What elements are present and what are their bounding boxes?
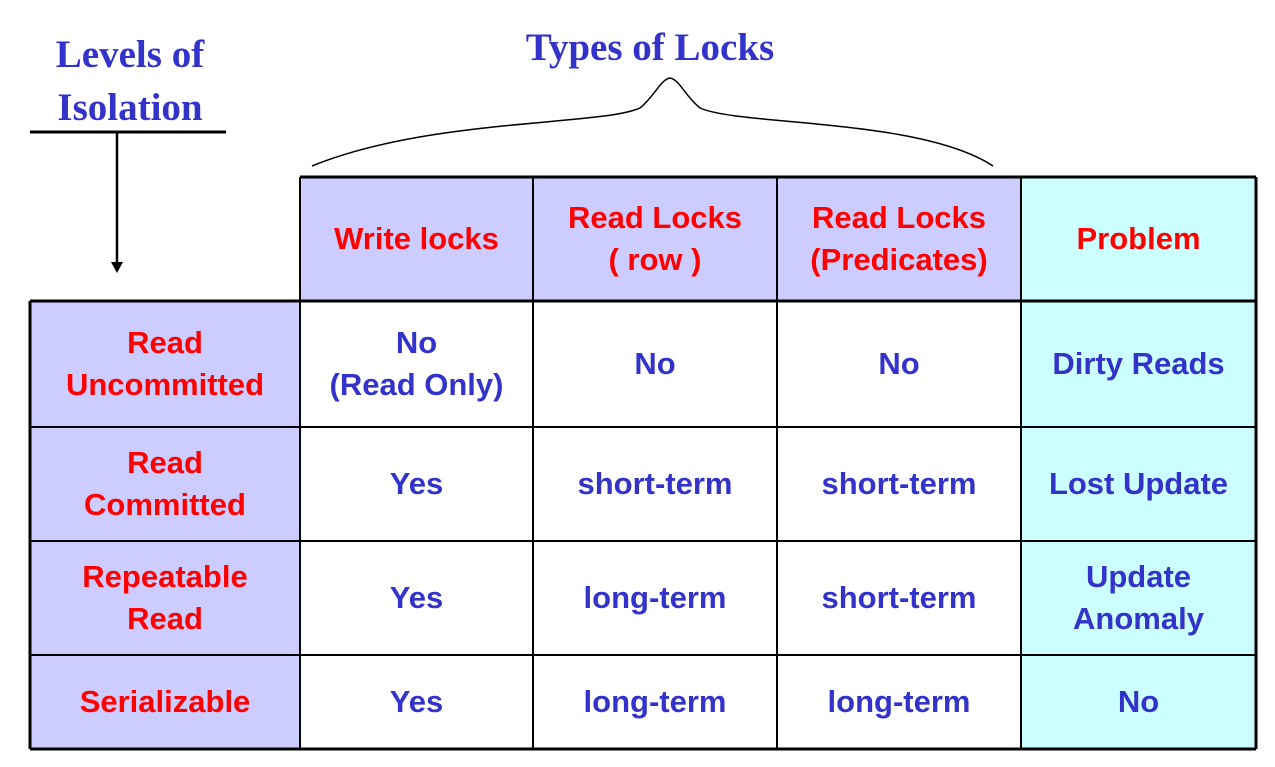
column-header-write-locks: Write locks [300,177,533,301]
levels-arrow-head [111,262,123,273]
cell-write-locks: Yes [300,427,533,541]
cell-read-locks-row: short-term [533,427,777,541]
cell-read-locks-row: No [533,301,777,427]
cell-problem: Update Anomaly [1021,541,1256,655]
cell-write-locks: Yes [300,655,533,749]
cell-problem: Dirty Reads [1021,301,1256,427]
cell-write-locks: Yes [300,541,533,655]
column-header-read-locks-predicates: Read Locks (Predicates) [777,177,1021,301]
row-header-read-uncommitted: Read Uncommitted [30,301,300,427]
types-curly-brace [311,77,994,167]
cell-read-locks-row: long-term [533,655,777,749]
cell-read-locks-predicates: No [777,301,1021,427]
cell-read-locks-predicates: long-term [777,655,1021,749]
cell-read-locks-row: long-term [533,541,777,655]
row-header-read-committed: Read Committed [30,427,300,541]
cell-problem: No [1021,655,1256,749]
column-header-read-locks-row: Read Locks ( row ) [533,177,777,301]
row-header-repeatable-read: Repeatable Read [30,541,300,655]
cell-read-locks-predicates: short-term [777,541,1021,655]
cell-read-locks-predicates: short-term [777,427,1021,541]
column-header-problem: Problem [1021,177,1256,301]
cell-problem: Lost Update [1021,427,1256,541]
row-header-serializable: Serializable [30,655,300,749]
cell-write-locks: No (Read Only) [300,301,533,427]
